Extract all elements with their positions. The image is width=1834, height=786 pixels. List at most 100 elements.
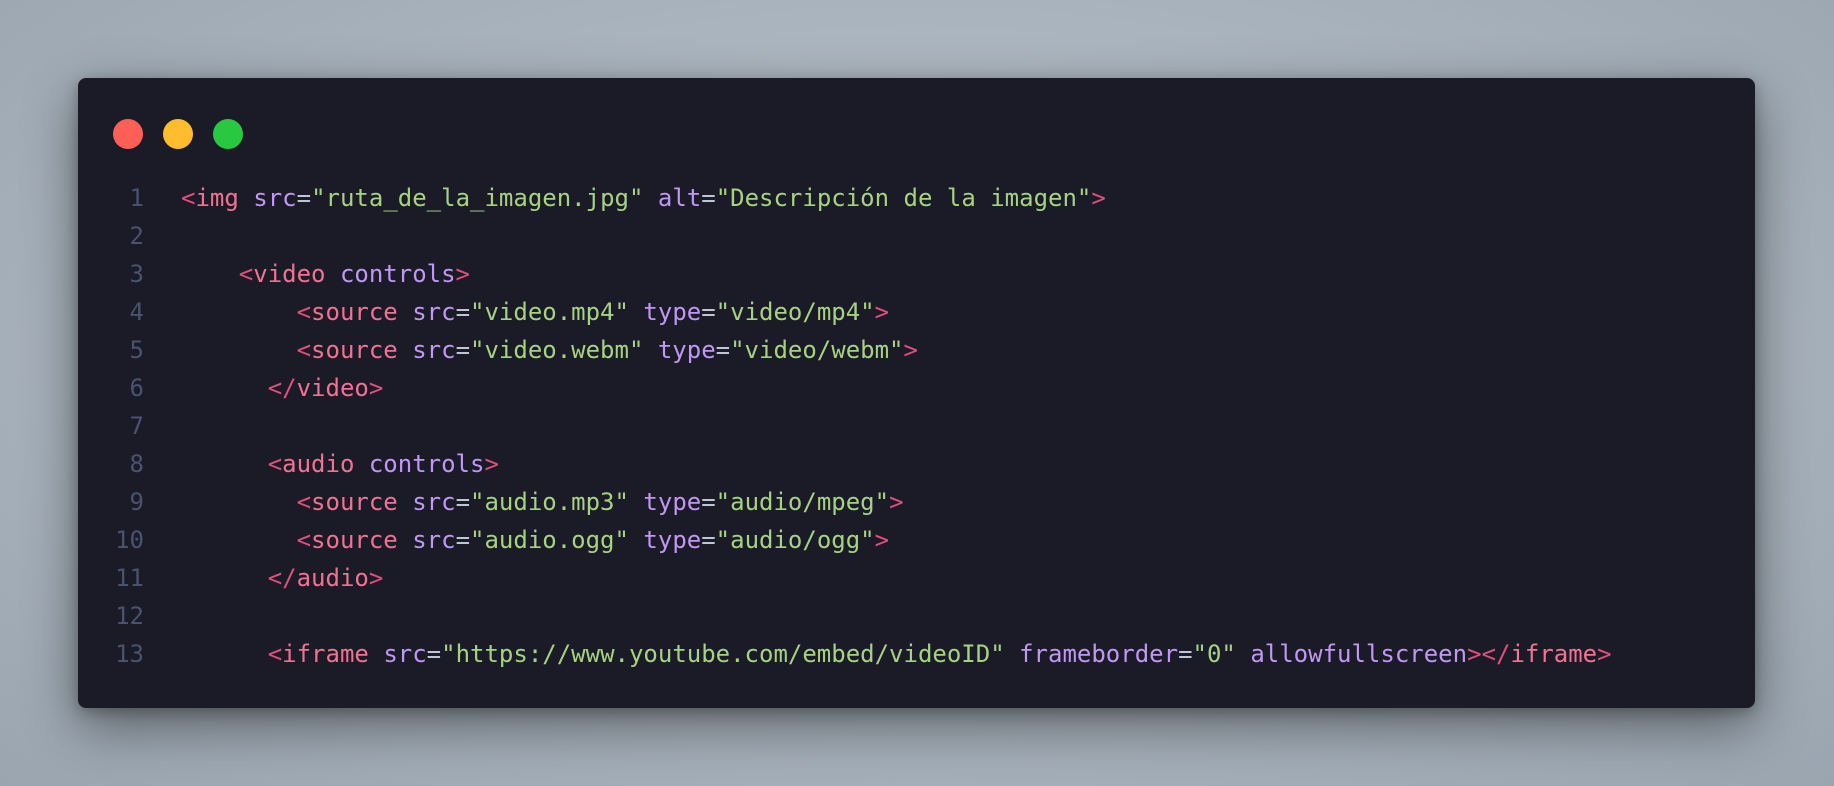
bracket-token: ></	[1467, 640, 1511, 668]
code-line: 6 </video>	[78, 369, 1755, 407]
tag-token: source	[311, 336, 398, 364]
line-content: <source src="audio.mp3" type="audio/mpeg…	[144, 483, 904, 521]
bracket-token: <	[296, 298, 312, 326]
line-content: </video>	[144, 369, 384, 407]
tag-token: audio	[282, 450, 355, 478]
string-token: "ruta_de_la_imagen.jpg"	[311, 184, 644, 212]
attribute-token: type	[643, 488, 702, 516]
line-content: <img src="ruta_de_la_imagen.jpg" alt="De…	[144, 179, 1106, 217]
line-content	[144, 597, 181, 635]
bracket-token: >	[368, 564, 384, 592]
minimize-button[interactable]	[163, 119, 193, 149]
attribute-token: frameborder	[1019, 640, 1179, 668]
equals-token: =	[426, 640, 442, 668]
string-token: "video.webm"	[470, 336, 644, 364]
equals-token: =	[455, 336, 471, 364]
code-line: 12	[78, 597, 1755, 635]
line-content: <source src="audio.ogg" type="audio/ogg"…	[144, 521, 889, 559]
string-token: "Descripción de la imagen"	[715, 184, 1092, 212]
close-button[interactable]	[113, 119, 143, 149]
line-number: 11	[115, 564, 144, 592]
line-number: 5	[129, 336, 144, 364]
bracket-token: <	[238, 260, 254, 288]
bracket-token: >	[889, 488, 904, 516]
line-number: 12	[115, 602, 144, 630]
line-number: 2	[129, 222, 144, 250]
bracket-token: >	[484, 450, 499, 478]
bracket-token: </	[267, 564, 297, 592]
attribute-token: src	[253, 184, 297, 212]
string-token: "https://www.youtube.com/embed/videoID"	[441, 640, 1005, 668]
code-line: 1 <img src="ruta_de_la_imagen.jpg" alt="D…	[78, 179, 1755, 217]
attribute-token: controls	[339, 260, 456, 288]
line-content: <iframe src="https://www.youtube.com/emb…	[144, 635, 1612, 673]
equals-token: =	[701, 526, 716, 554]
tag-token: source	[311, 526, 398, 554]
maximize-button[interactable]	[213, 119, 243, 149]
code-line: 10 <source src="audio.ogg" type="audio/o…	[78, 521, 1755, 559]
equals-token: =	[701, 184, 716, 212]
attribute-token: type	[643, 298, 702, 326]
code-line: 8 <audio controls>	[78, 445, 1755, 483]
attribute-token: src	[412, 488, 456, 516]
line-number: 1	[129, 184, 144, 212]
bracket-token: >	[903, 336, 918, 364]
equals-token: =	[455, 488, 471, 516]
tag-token: source	[311, 488, 398, 516]
bracket-token: >	[874, 526, 890, 554]
code-line: 3 <video controls>	[78, 255, 1755, 293]
attribute-token: type	[643, 526, 702, 554]
line-content: </audio>	[144, 559, 384, 597]
bracket-token: >	[1597, 640, 1612, 668]
code-window: 1 <img src="ruta_de_la_imagen.jpg" alt="D…	[78, 78, 1755, 708]
attribute-token: src	[412, 298, 456, 326]
equals-token: =	[455, 526, 471, 554]
bracket-token: <	[296, 336, 312, 364]
tag-token: video	[253, 260, 326, 288]
equals-token: =	[715, 336, 731, 364]
tag-token: audio	[296, 564, 369, 592]
tag-token: iframe	[282, 640, 369, 668]
string-token: "audio/mpeg"	[715, 488, 890, 516]
line-number: 6	[129, 374, 144, 402]
code-line: 4 <source src="video.mp4" type="video/mp…	[78, 293, 1755, 331]
line-number: 7	[129, 412, 144, 440]
line-number: 10	[115, 526, 144, 554]
equals-token: =	[455, 298, 471, 326]
line-number: 4	[129, 298, 144, 326]
line-content	[144, 407, 181, 445]
string-token: "audio.ogg"	[470, 526, 629, 554]
attribute-token: type	[657, 336, 716, 364]
equals-token: =	[701, 298, 716, 326]
attribute-token: src	[412, 336, 456, 364]
equals-token: =	[701, 488, 716, 516]
string-token: "video/mp4"	[715, 298, 875, 326]
tag-token: img	[195, 184, 239, 212]
bracket-token: >	[368, 374, 384, 402]
line-number: 8	[129, 450, 144, 478]
code-line: 2	[78, 217, 1755, 255]
line-content: <source src="video.webm" type="video/web…	[144, 331, 918, 369]
window-controls	[113, 119, 243, 149]
string-token: "video/webm"	[730, 336, 904, 364]
bracket-token: >	[1091, 184, 1106, 212]
attribute-token: allowfullscreen	[1250, 640, 1468, 668]
attribute-token: src	[412, 526, 456, 554]
string-token: "audio/ogg"	[715, 526, 875, 554]
